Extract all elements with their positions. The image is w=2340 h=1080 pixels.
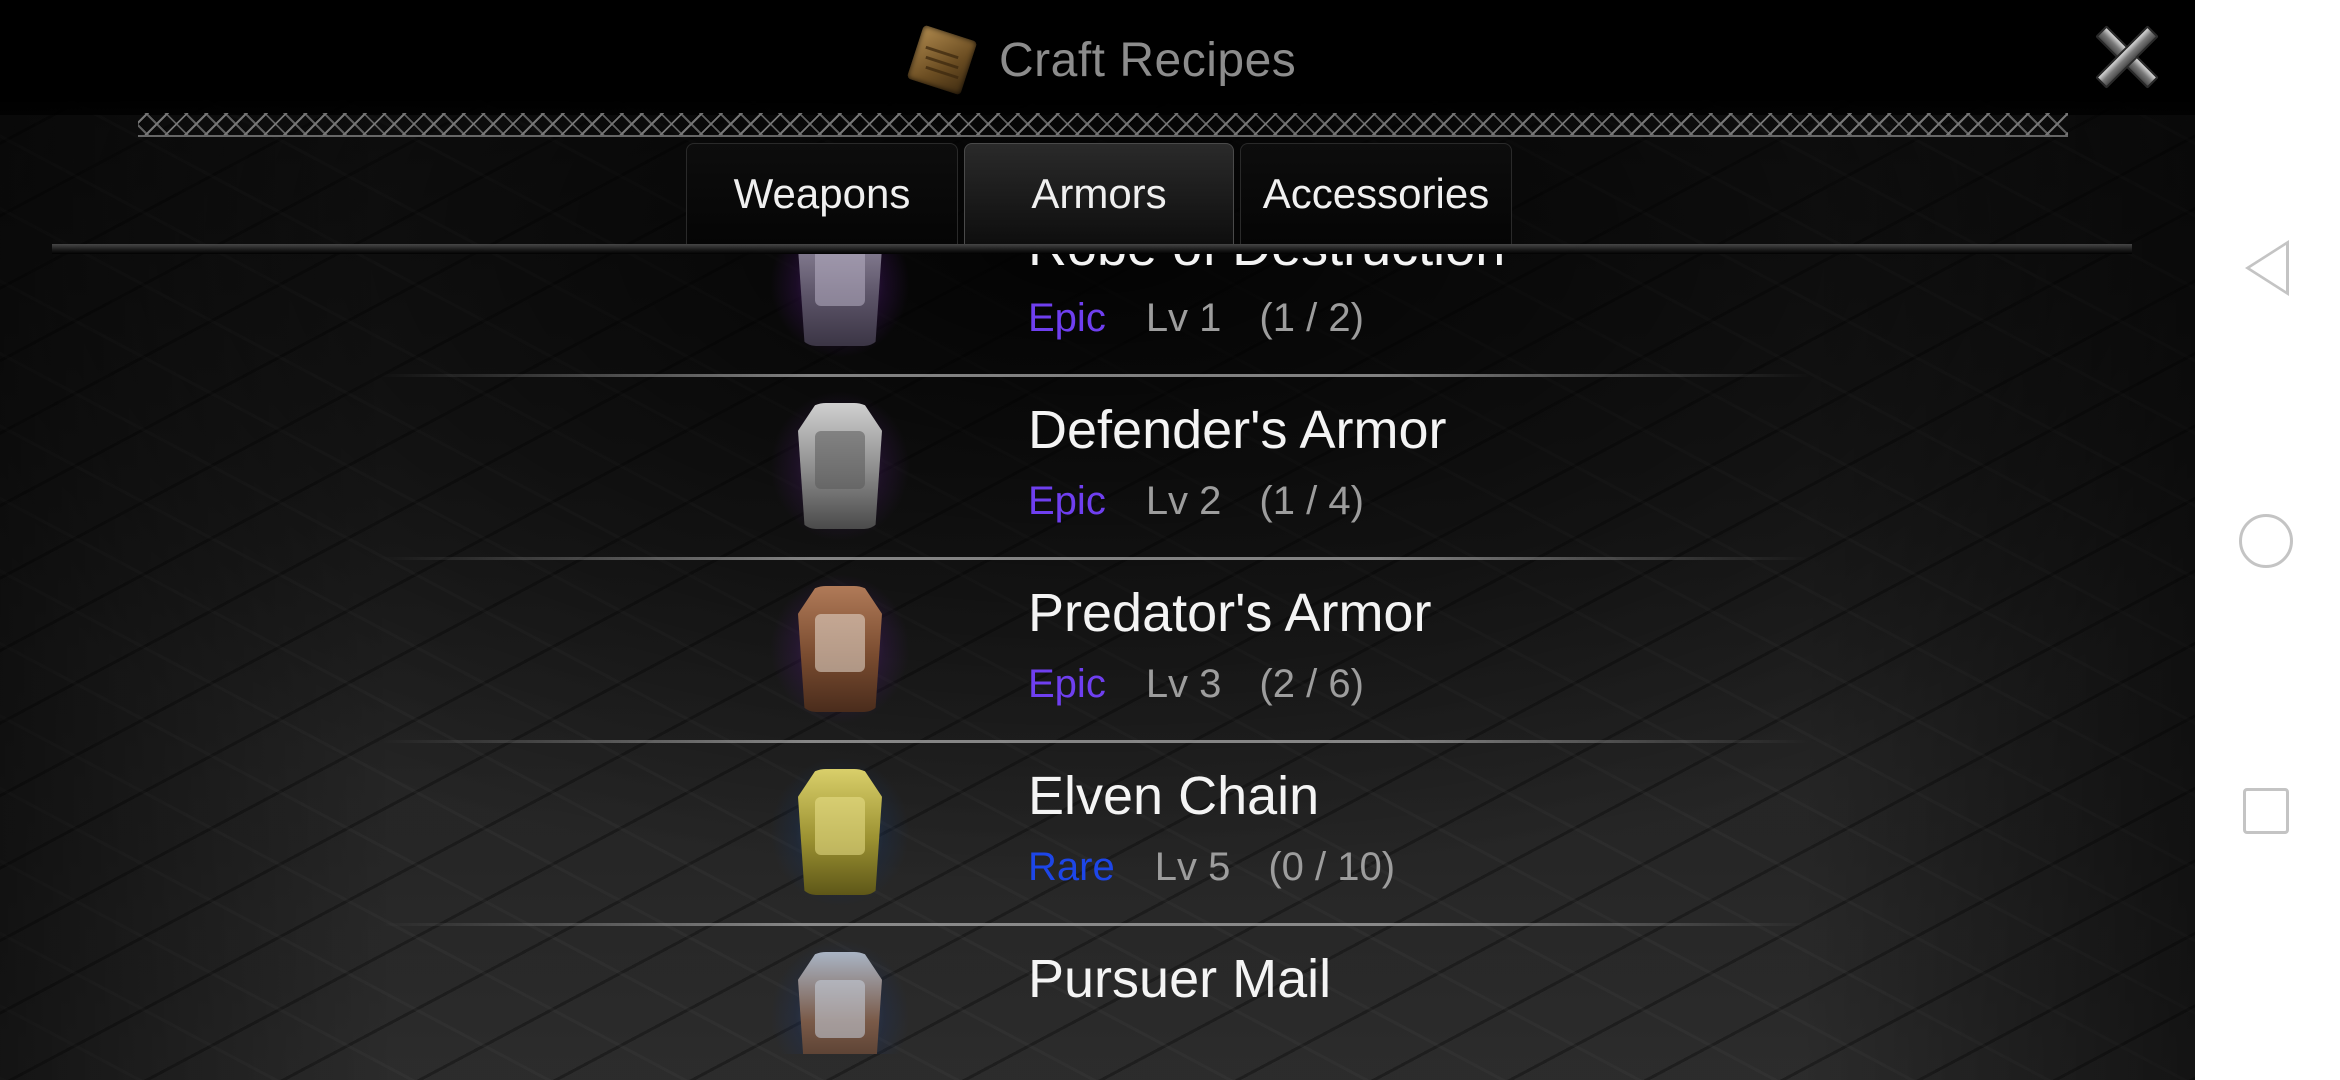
page-title: Craft Recipes (999, 33, 1297, 87)
material-count: (2 / 6) (1259, 662, 1364, 706)
title-group: Craft Recipes (905, 10, 1296, 110)
recipe-meta: Epic Lv 2 (1 / 4) (1028, 479, 1364, 524)
ornamental-divider (138, 113, 2068, 137)
material-count: (0 / 10) (1268, 845, 1396, 889)
rarity-label: Epic (1028, 662, 1106, 706)
plate-armor-icon (770, 391, 910, 541)
recent-apps-button[interactable] (2195, 750, 2340, 870)
recipe-meta: Epic Lv 3 (2 / 6) (1028, 662, 1364, 707)
recipe-list[interactable]: Robe of Destruction Epic Lv 1 (1 / 2) De… (0, 254, 2195, 1054)
header-bar: Craft Recipes (0, 0, 2195, 115)
material-count: (1 / 2) (1259, 296, 1364, 340)
leather-armor-icon (770, 574, 910, 724)
rarity-label: Epic (1028, 479, 1106, 523)
tab-weapons[interactable]: Weapons (686, 143, 958, 244)
material-count: (1 / 4) (1259, 479, 1364, 523)
level-label: Lv 2 (1145, 479, 1222, 523)
mail-armor-icon (770, 940, 910, 1054)
recipe-row[interactable]: Pursuer Mail (0, 926, 2195, 1054)
tab-accessories[interactable]: Accessories (1240, 143, 1512, 244)
back-button[interactable] (2195, 210, 2340, 330)
level-label: Lv 5 (1154, 845, 1231, 889)
recipe-name: Predator's Armor (1028, 583, 1432, 643)
level-label: Lv 1 (1145, 296, 1222, 340)
recipe-name: Pursuer Mail (1028, 949, 1332, 1009)
system-navigation-bar (2195, 0, 2340, 1080)
tab-bar: Weapons Armors Accessories (686, 143, 1518, 244)
scroll-icon (905, 23, 979, 97)
recipe-name: Defender's Armor (1028, 400, 1447, 460)
recipe-meta: Epic Lv 1 (1 / 2) (1028, 296, 1364, 341)
rarity-label: Rare (1028, 845, 1115, 889)
chain-armor-icon (770, 757, 910, 907)
recipe-meta: Rare Lv 5 (0 / 10) (1028, 845, 1395, 890)
game-screen: Craft Recipes Weapons Armors Accessories… (0, 0, 2195, 1080)
recipe-row[interactable]: Predator's Armor Epic Lv 3 (2 / 6) (0, 560, 2195, 743)
tab-armors[interactable]: Armors (964, 143, 1234, 244)
close-button[interactable] (2086, 16, 2164, 94)
home-button[interactable] (2195, 480, 2340, 600)
recipe-row[interactable]: Elven Chain Rare Lv 5 (0 / 10) (0, 743, 2195, 926)
recipe-row[interactable]: Robe of Destruction Epic Lv 1 (1 / 2) (0, 254, 2195, 377)
back-triangle-icon (2245, 240, 2289, 296)
home-circle-icon (2239, 514, 2293, 568)
rarity-label: Epic (1028, 296, 1106, 340)
level-label: Lv 3 (1145, 662, 1222, 706)
recipe-name: Robe of Destruction (1028, 254, 1505, 278)
recent-square-icon (2243, 788, 2289, 834)
robe-icon (770, 254, 910, 358)
recipe-row[interactable]: Defender's Armor Epic Lv 2 (1 / 4) (0, 377, 2195, 560)
recipe-name: Elven Chain (1028, 766, 1320, 826)
tab-underline (52, 244, 2132, 254)
